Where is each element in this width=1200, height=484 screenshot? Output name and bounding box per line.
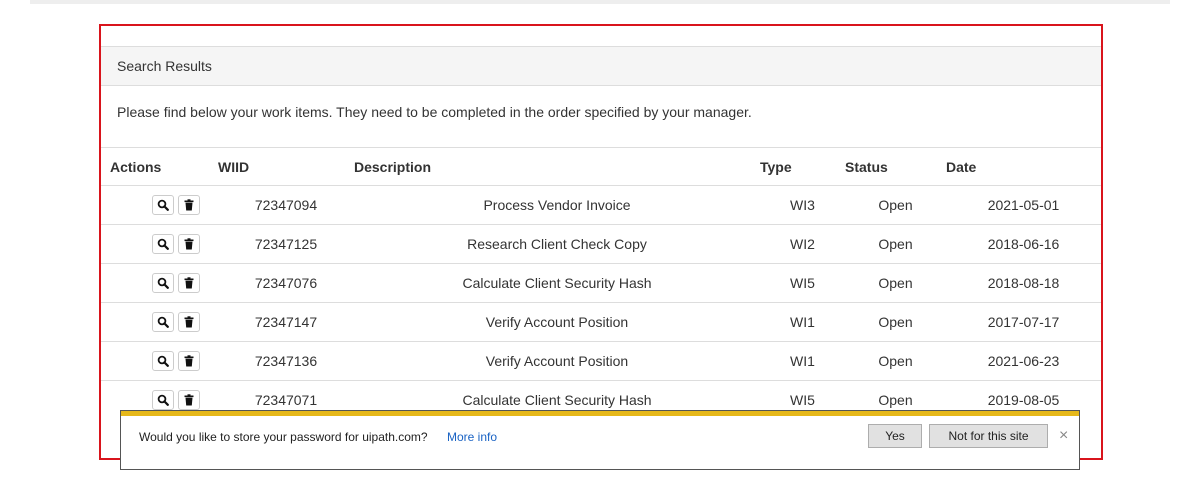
delete-button[interactable]: [178, 312, 200, 332]
view-button[interactable]: [152, 234, 174, 254]
row-actions: [101, 341, 218, 381]
search-icon: [157, 238, 169, 250]
cell-description: Calculate Client Security Hash: [354, 263, 760, 303]
row-actions: [101, 302, 218, 342]
header-actions: Actions: [101, 147, 218, 186]
table-row: 72347076 Calculate Client Security Hash WI…: [101, 263, 1101, 303]
password-prompt: Would you like to store your password fo…: [139, 430, 428, 444]
cell-type: WI3: [760, 185, 845, 225]
delete-button[interactable]: [178, 195, 200, 215]
close-icon[interactable]: ×: [1059, 428, 1068, 444]
trash-icon: [184, 316, 194, 328]
trash-icon: [184, 355, 194, 367]
cell-description: Process Vendor Invoice: [354, 185, 760, 225]
cell-date: 2018-08-18: [946, 263, 1101, 303]
cell-wiid: 72347125: [218, 224, 354, 264]
search-icon: [157, 316, 169, 328]
cell-description: Verify Account Position: [354, 302, 760, 342]
trash-icon: [184, 277, 194, 289]
password-bar-accent: [121, 410, 1079, 416]
header-status: Status: [845, 147, 946, 186]
table-header-row: Actions WIID Description Type Status Dat…: [101, 147, 1101, 186]
view-button[interactable]: [152, 273, 174, 293]
cell-type: WI5: [760, 263, 845, 303]
cell-status: Open: [845, 302, 946, 342]
cell-type: WI2: [760, 224, 845, 264]
header-description: Description: [354, 147, 760, 186]
cell-date: 2018-06-16: [946, 224, 1101, 264]
row-actions: [101, 224, 218, 264]
delete-button[interactable]: [178, 390, 200, 411]
table-row: 72347147 Verify Account Position WI1 Open 20…: [101, 302, 1101, 342]
cell-status: Open: [845, 224, 946, 264]
cell-status: Open: [845, 185, 946, 225]
search-icon: [157, 394, 169, 407]
delete-button[interactable]: [178, 234, 200, 254]
delete-button[interactable]: [178, 351, 200, 371]
view-button[interactable]: [152, 195, 174, 215]
top-divider: [30, 0, 1170, 4]
panel-heading: Search Results: [101, 46, 1101, 86]
search-icon: [157, 199, 169, 211]
cell-date: 2017-07-17: [946, 302, 1101, 342]
save-password-bar: Would you like to store your password fo…: [120, 410, 1080, 470]
work-items-table: Actions WIID Description Type Status Dat…: [101, 147, 1101, 420]
trash-icon: [184, 394, 194, 406]
more-info-link[interactable]: More info: [447, 430, 497, 444]
row-actions: [101, 185, 218, 225]
search-results-panel: Search Results Please find below your wo…: [99, 24, 1103, 460]
table-row: 72347094 Process Vendor Invoice WI3 Open 202…: [101, 185, 1101, 225]
cell-date: 2021-05-01: [946, 185, 1101, 225]
table-row: 72347136 Verify Account Position WI1 Open 20…: [101, 341, 1101, 381]
cell-type: WI1: [760, 341, 845, 381]
trash-icon: [184, 238, 194, 250]
row-actions: [101, 263, 218, 303]
view-button[interactable]: [152, 390, 174, 411]
delete-button[interactable]: [178, 273, 200, 293]
search-icon: [157, 355, 169, 367]
cell-wiid: 72347136: [218, 341, 354, 381]
cell-wiid: 72347147: [218, 302, 354, 342]
yes-button[interactable]: Yes: [868, 424, 922, 448]
cell-wiid: 72347076: [218, 263, 354, 303]
cell-wiid: 72347094: [218, 185, 354, 225]
not-for-this-site-button[interactable]: Not for this site: [929, 424, 1048, 448]
cell-type: WI1: [760, 302, 845, 342]
trash-icon: [184, 199, 194, 211]
header-type: Type: [760, 147, 845, 186]
cell-status: Open: [845, 341, 946, 381]
header-wiid: WIID: [218, 147, 354, 186]
panel-title: Search Results: [117, 58, 212, 74]
header-date: Date: [946, 147, 1101, 186]
cell-date: 2021-06-23: [946, 341, 1101, 381]
search-icon: [157, 277, 169, 289]
table-row: 72347125 Research Client Check Copy WI2 Ope…: [101, 224, 1101, 264]
view-button[interactable]: [152, 351, 174, 371]
cell-description: Verify Account Position: [354, 341, 760, 381]
intro-text: Please find below your work items. They …: [117, 104, 752, 120]
cell-description: Research Client Check Copy: [354, 224, 760, 264]
view-button[interactable]: [152, 312, 174, 332]
cell-status: Open: [845, 263, 946, 303]
